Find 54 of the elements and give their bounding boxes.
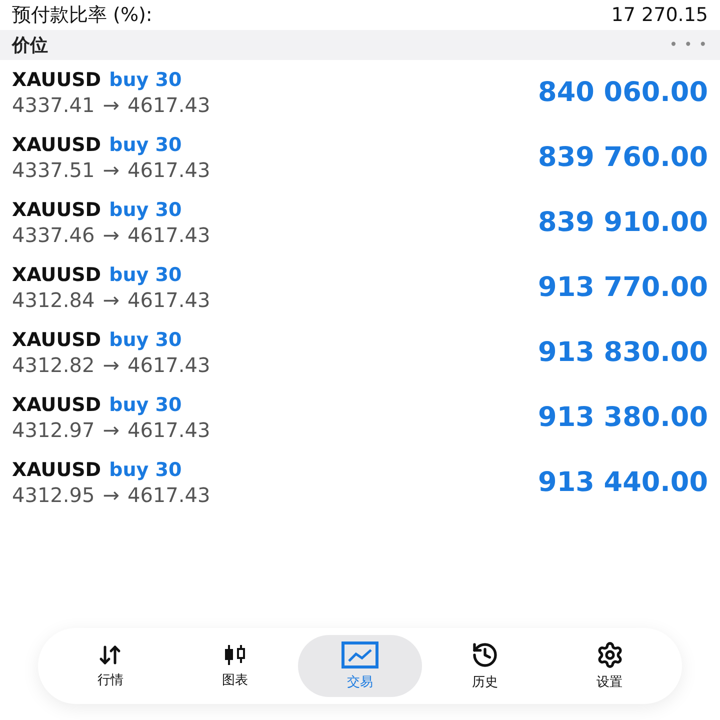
profit: 913 380.00: [538, 402, 708, 433]
nav-tab[interactable]: 设置: [547, 635, 672, 697]
order-type: buy 30: [109, 394, 182, 416]
symbol: XAUUSD: [12, 264, 102, 286]
profit: 913 830.00: [538, 337, 708, 368]
nav-tab[interactable]: 图表: [172, 635, 298, 697]
order-type: buy 30: [109, 264, 182, 286]
current-price: 4617.43: [127, 222, 210, 246]
order-type: buy 30: [109, 328, 182, 350]
line-chart-icon: [340, 641, 379, 669]
nav-tab[interactable]: 历史: [422, 635, 548, 697]
open-price: 4312.82: [12, 352, 95, 376]
margin-level-value: 17 270.15: [611, 4, 708, 26]
current-price: 4617.43: [127, 418, 210, 442]
symbol: XAUUSD: [12, 68, 102, 90]
arrow: →: [102, 482, 120, 506]
order-type: buy 30: [109, 198, 182, 220]
open-price: 4312.97: [12, 418, 95, 442]
symbol: XAUUSD: [12, 458, 102, 480]
nav-tab[interactable]: 交易: [298, 635, 422, 697]
arrow: →: [102, 418, 120, 442]
profit: 913 440.00: [538, 467, 708, 498]
current-price: 4617.43: [127, 352, 210, 376]
profit: 839 760.00: [538, 142, 708, 173]
settings-icon: [596, 641, 624, 669]
open-price: 4312.84: [12, 288, 95, 312]
open-price: 4337.51: [12, 158, 95, 182]
open-price: 4337.41: [12, 92, 95, 116]
profit: 839 910.00: [538, 207, 708, 238]
arrow: →: [102, 352, 120, 376]
nav-tab[interactable]: 行情: [48, 635, 173, 697]
open-price: 4312.95: [12, 482, 95, 506]
arrow: →: [102, 222, 120, 246]
current-price: 4617.43: [127, 482, 210, 506]
order-type: buy 30: [109, 134, 182, 156]
current-price: 4617.43: [127, 92, 210, 116]
profit: 913 770.00: [538, 272, 708, 303]
arrow: →: [102, 158, 120, 182]
current-price: 4617.43: [127, 288, 210, 312]
symbol: XAUUSD: [12, 394, 102, 416]
order-type: buy 30: [109, 68, 182, 90]
margin-level-label: 预付款比率 (%):: [12, 3, 152, 28]
symbol: XAUUSD: [12, 198, 102, 220]
symbol: XAUUSD: [12, 134, 102, 156]
order-type: buy 30: [109, 458, 182, 480]
open-price: 4337.46: [12, 222, 95, 246]
profit: 840 060.00: [538, 77, 708, 108]
history-icon: [470, 641, 499, 669]
arrow: →: [102, 92, 120, 116]
current-price: 4617.43: [127, 158, 210, 182]
arrows-icon: [98, 643, 122, 667]
arrow: →: [102, 288, 120, 312]
symbol: XAUUSD: [12, 328, 102, 350]
section-title: 价位: [12, 34, 48, 57]
